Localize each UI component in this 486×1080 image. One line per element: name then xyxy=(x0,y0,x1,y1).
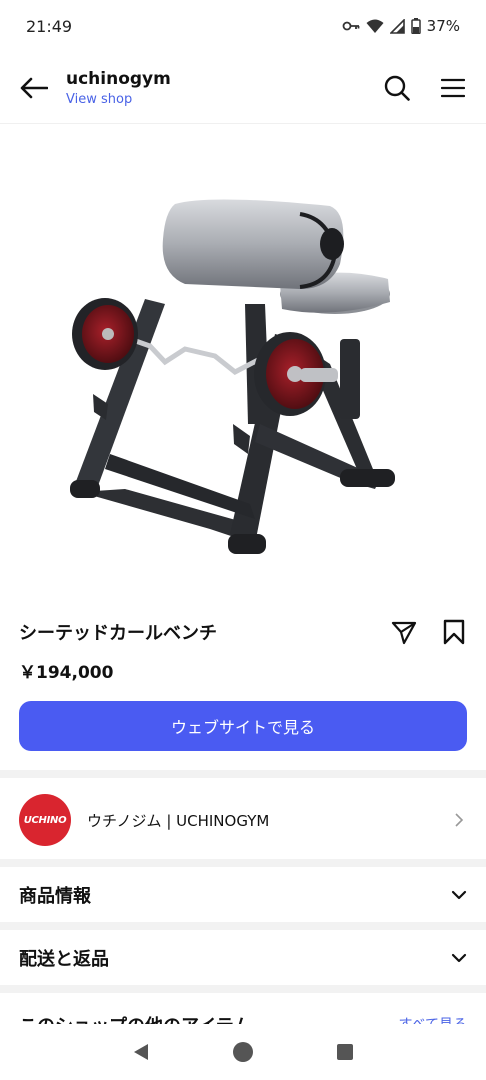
top-app-bar: uchinogym View shop xyxy=(0,52,486,124)
product-title-row: シーテッドカールベンチ xyxy=(19,618,468,646)
menu-button[interactable] xyxy=(438,73,468,103)
section-divider xyxy=(0,770,486,778)
shop-name: uchinogym xyxy=(66,68,171,89)
share-icon xyxy=(391,621,417,645)
view-shop-link[interactable]: View shop xyxy=(66,92,382,107)
product-info-label: 商品情報 xyxy=(19,886,91,907)
search-icon xyxy=(384,75,410,101)
menu-icon xyxy=(441,78,465,97)
seller-row[interactable]: UCHINO ウチノジム | UCHINOGYM xyxy=(0,781,486,859)
see-all-link[interactable]: すべて見る xyxy=(399,1014,467,1024)
back-arrow-icon xyxy=(20,77,48,98)
battery-percent: 37% xyxy=(426,17,460,35)
chevron-down-icon xyxy=(451,953,467,963)
view-website-button[interactable]: ウェブサイトで見る xyxy=(19,701,467,751)
nav-back-icon xyxy=(134,1044,148,1060)
nav-recents-icon xyxy=(337,1044,353,1060)
signal-icon xyxy=(389,18,405,34)
shipping-returns-accordion[interactable]: 配送と返品 xyxy=(0,931,486,985)
wifi-icon xyxy=(366,19,384,33)
status-icons: 37% xyxy=(342,17,460,35)
bookmark-icon xyxy=(443,619,465,645)
product-price: ￥194,000 xyxy=(19,663,114,683)
shop-title-block: uchinogym View shop xyxy=(66,69,382,107)
section-divider xyxy=(0,985,486,993)
product-info-accordion[interactable]: 商品情報 xyxy=(0,868,486,922)
chevron-right-icon xyxy=(451,812,467,828)
system-nav-bar xyxy=(0,1024,486,1080)
seller-name: ウチノジム | UCHINOGYM xyxy=(87,811,270,830)
nav-home-icon xyxy=(233,1042,253,1062)
nav-recents-button[interactable] xyxy=(330,1037,360,1067)
save-button[interactable] xyxy=(440,618,468,646)
shipping-returns-label: 配送と返品 xyxy=(19,949,109,970)
more-items-header: このショップの他のアイテム すべて見る xyxy=(0,1002,486,1024)
back-button[interactable] xyxy=(18,72,50,104)
curl-bench-image xyxy=(70,199,395,554)
header-actions xyxy=(382,73,468,103)
status-time: 21:49 xyxy=(26,16,73,36)
nav-home-button[interactable] xyxy=(228,1037,258,1067)
status-bar: 21:49 37% xyxy=(0,0,486,52)
product-title: シーテッドカールベンチ xyxy=(19,623,217,644)
nav-back-button[interactable] xyxy=(126,1037,156,1067)
section-divider xyxy=(0,859,486,867)
search-button[interactable] xyxy=(382,73,412,103)
seller-logo: UCHINO xyxy=(19,794,71,846)
vpn-key-icon xyxy=(342,21,360,31)
chevron-down-icon xyxy=(451,890,467,900)
share-button[interactable] xyxy=(390,618,418,646)
section-divider xyxy=(0,922,486,930)
product-image[interactable] xyxy=(0,124,486,602)
more-items-title: このショップの他のアイテム xyxy=(19,1012,251,1024)
product-actions xyxy=(390,618,468,646)
battery-icon xyxy=(410,18,421,34)
